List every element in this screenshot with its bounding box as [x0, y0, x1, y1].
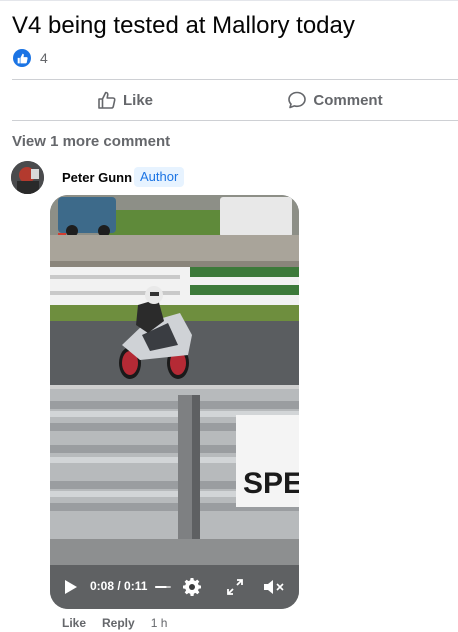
video-controls: 0:08 / 0:11 — [50, 565, 299, 609]
comment-actions: Like Reply 1 h — [62, 615, 167, 631]
like-reaction-icon — [13, 49, 31, 67]
play-icon[interactable] — [62, 578, 80, 596]
volume-muted-icon[interactable] — [262, 577, 286, 597]
comment-reply-button[interactable]: Reply — [102, 616, 135, 630]
avatar[interactable] — [11, 161, 44, 194]
top-divider — [0, 0, 458, 1]
fullscreen-icon[interactable] — [226, 578, 244, 596]
video-player[interactable]: SPEC 0:08 / 0:11 — [50, 195, 299, 609]
like-button[interactable]: Like — [50, 82, 200, 118]
comment-button[interactable]: Comment — [270, 82, 400, 118]
sign-text: SPEC — [243, 467, 299, 500]
reaction-count: 4 — [40, 50, 48, 66]
speech-bubble-icon — [288, 91, 307, 109]
like-button-label: Like — [122, 91, 153, 109]
video-time-display: 0:08 / 0:11 — [90, 579, 148, 593]
author-badge: Author — [134, 167, 185, 187]
divider — [12, 79, 458, 80]
comment-timestamp[interactable]: 1 h — [151, 616, 168, 630]
comment-like-button[interactable]: Like — [62, 616, 86, 630]
comment-button-label: Comment — [313, 91, 383, 109]
comment-author-name[interactable]: Peter Gunn — [62, 170, 132, 185]
post-title: V4 being tested at Mallory today — [12, 12, 355, 39]
reaction-summary[interactable]: 4 — [13, 48, 48, 68]
divider — [12, 120, 458, 121]
progress-scrubber[interactable] — [155, 584, 171, 590]
view-more-comments-link[interactable]: View 1 more comment — [12, 133, 170, 150]
settings-gear-icon[interactable] — [181, 576, 203, 598]
thumbs-up-icon — [98, 91, 116, 109]
video-frame: SPEC — [50, 195, 299, 609]
